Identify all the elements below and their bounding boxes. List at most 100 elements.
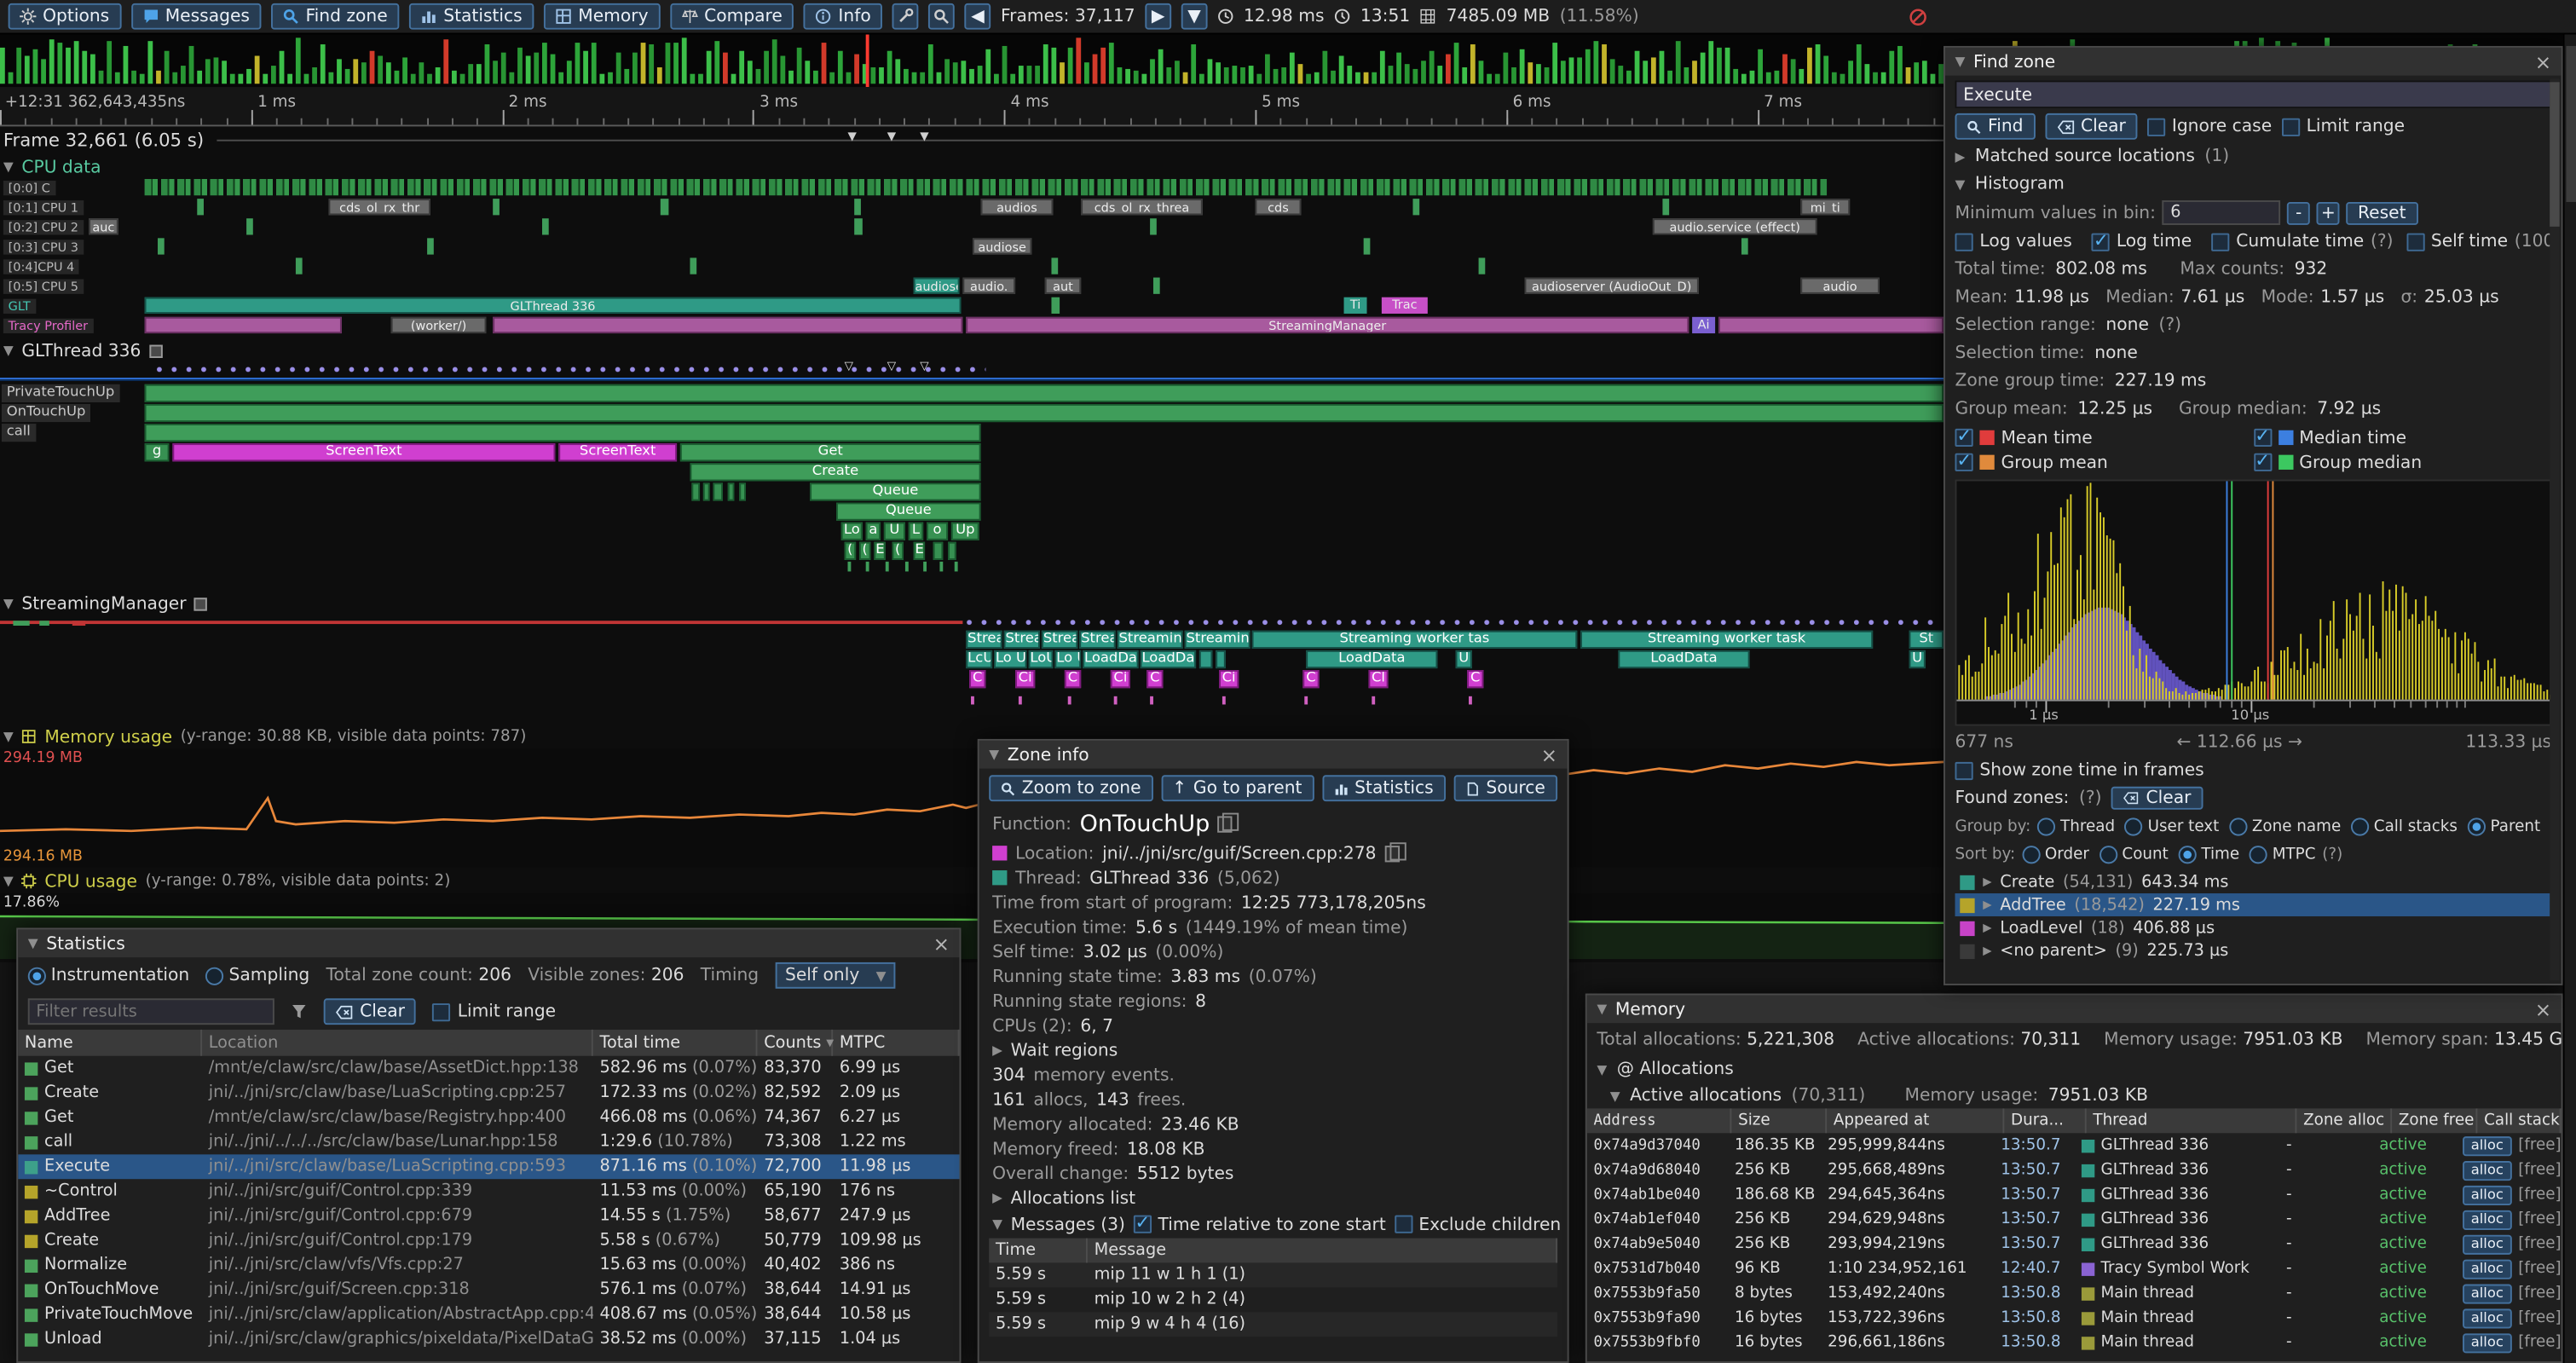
find-button[interactable]: Find xyxy=(1955,113,2035,140)
frame-select-button[interactable]: ▼ xyxy=(1181,3,1208,30)
matched-locations-toggle[interactable]: ▶Matched source locations(1) xyxy=(1955,145,2551,168)
cpu-zone[interactable] xyxy=(1150,218,1157,234)
frame-bar[interactable] xyxy=(66,47,71,84)
frame-bar[interactable] xyxy=(1100,48,1106,84)
frame-bar[interactable] xyxy=(583,51,588,84)
cpu-zone[interactable] xyxy=(158,238,165,254)
marker-checkbox[interactable]: Group mean xyxy=(1955,450,2253,475)
frame-bar[interactable] xyxy=(698,73,703,84)
frame-bar[interactable] xyxy=(1864,64,1869,84)
stats-table-row[interactable]: Get /mnt/e/claw/src/claw/base/AssetDict.… xyxy=(18,1056,959,1081)
frame-bar[interactable] xyxy=(287,73,292,84)
frame-bar[interactable] xyxy=(1873,72,1878,84)
frame-bar[interactable] xyxy=(1832,72,1837,84)
timeline-zone[interactable]: Up xyxy=(951,523,979,540)
frame-bar[interactable] xyxy=(33,49,38,84)
frame-bar[interactable] xyxy=(337,59,342,84)
close-icon[interactable]: × xyxy=(933,935,950,951)
frame-bar[interactable] xyxy=(624,69,629,84)
frame-bar[interactable] xyxy=(1240,66,1245,84)
frame-bar[interactable] xyxy=(961,60,966,84)
frame-bar[interactable] xyxy=(599,74,604,84)
timeline-zone[interactable]: Ci xyxy=(1111,670,1130,688)
frame-bar[interactable] xyxy=(673,43,679,84)
collapse-icon[interactable]: ▼ xyxy=(992,1217,1002,1232)
frame-bar[interactable] xyxy=(649,44,654,84)
frame-bar[interactable] xyxy=(1750,71,1755,84)
frame-bar[interactable] xyxy=(1134,71,1139,84)
histogram-option-checkbox[interactable]: Cumulate time(?) xyxy=(2211,232,2393,251)
frame-bar[interactable] xyxy=(172,72,177,84)
timeline-zone[interactable]: Ci xyxy=(1219,670,1239,688)
frame-bar[interactable] xyxy=(493,60,498,84)
frame-bar[interactable] xyxy=(468,63,473,84)
allocations-list-toggle[interactable]: ▶Allocations list xyxy=(979,1186,1568,1210)
relative-time-checkbox[interactable]: Time relative to zone start xyxy=(1134,1215,1386,1234)
frame-bar[interactable] xyxy=(682,38,687,84)
frame-bar[interactable] xyxy=(1412,69,1418,84)
cpu-zone[interactable]: mi_ti xyxy=(1800,199,1850,215)
cpu-zone[interactable]: audio.service (effect) xyxy=(1653,218,1817,234)
frame-bar[interactable] xyxy=(1528,62,1533,84)
frame-bar[interactable] xyxy=(1232,66,1237,84)
frame-bar[interactable] xyxy=(1027,66,1032,84)
timeline-zone[interactable]: Queue xyxy=(836,503,981,521)
frame-bar[interactable] xyxy=(731,74,736,84)
frame-bar[interactable] xyxy=(82,50,87,84)
frame-bar[interactable] xyxy=(534,53,539,84)
disconnected-icon[interactable] xyxy=(1909,8,1926,26)
copy-icon[interactable] xyxy=(1218,816,1233,832)
frame-bar[interactable] xyxy=(937,72,942,84)
frame-bar[interactable] xyxy=(517,47,523,84)
cpu-zone[interactable]: cds xyxy=(1255,199,1301,215)
ignore-case-checkbox[interactable]: Ignore case xyxy=(2147,117,2272,136)
alloc-callstack-button[interactable]: alloc xyxy=(2463,1259,2511,1279)
frame-bar[interactable] xyxy=(1462,66,1467,84)
options-button[interactable]: Options xyxy=(9,3,121,30)
stats-table-row[interactable]: call jni/../jni/../../../src/claw/base/L… xyxy=(18,1129,959,1154)
allocation-row[interactable]: 0x7553b9fa90 16 bytes 153,722,396ns 13:5… xyxy=(1587,1306,2562,1331)
frame-bar[interactable] xyxy=(1520,49,1525,84)
copy-icon[interactable] xyxy=(1384,845,1399,861)
frame-bar[interactable] xyxy=(1224,68,1229,84)
frame-bar[interactable] xyxy=(616,53,621,84)
frame-bar[interactable] xyxy=(1922,61,1927,84)
timeline-zone[interactable] xyxy=(703,482,710,500)
frame-bar[interactable] xyxy=(41,59,46,84)
frame-bar[interactable] xyxy=(1758,49,1763,84)
frame-bar[interactable] xyxy=(345,68,350,84)
timeline-zone[interactable] xyxy=(948,542,956,560)
alloc-callstack-button[interactable]: alloc xyxy=(2463,1284,2511,1303)
zone-info-titlebar[interactable]: ▼Zone info× xyxy=(979,741,1568,769)
frame-bar[interactable] xyxy=(1118,67,1123,84)
find-zone-button[interactable]: Find zone xyxy=(271,3,399,30)
frame-bar[interactable] xyxy=(1076,38,1081,84)
sampling-radio[interactable]: Sampling xyxy=(206,966,310,985)
frame-bar[interactable] xyxy=(1717,48,1722,84)
instrumentation-radio[interactable]: Instrumentation xyxy=(28,966,190,985)
frame-bar[interactable] xyxy=(1857,44,1862,84)
frame-bar[interactable] xyxy=(1676,41,1681,84)
frame-bar[interactable] xyxy=(887,50,892,84)
cpu-zone[interactable] xyxy=(246,218,253,234)
cpu-zone[interactable]: StreamingManager xyxy=(966,317,1689,333)
frame-bar[interactable] xyxy=(246,68,251,84)
show-zone-time-checkbox[interactable]: Show zone time in frames xyxy=(1955,760,2203,780)
frame-bar[interactable] xyxy=(1175,60,1180,84)
frame-bar[interactable] xyxy=(575,43,580,84)
frame-bar[interactable] xyxy=(124,47,129,84)
marker-checkbox[interactable]: Mean time xyxy=(1955,425,2253,450)
frame-bar[interactable] xyxy=(16,48,21,84)
frame-bar[interactable] xyxy=(386,63,391,84)
cpu-usage-header[interactable]: ▼CPU usage(y-range: 0.78%, visible data … xyxy=(3,870,1947,892)
frame-bar[interactable] xyxy=(378,55,383,84)
frame-bar[interactable] xyxy=(1569,57,1574,84)
frame-bar[interactable] xyxy=(197,70,202,84)
frame-bar[interactable] xyxy=(928,44,933,84)
close-icon[interactable]: × xyxy=(2535,54,2551,70)
frame-bar[interactable] xyxy=(427,74,432,84)
frame-bar[interactable] xyxy=(780,56,785,84)
zone-statistics-button[interactable]: Statistics xyxy=(1322,775,1446,801)
timeline-zone[interactable]: Queue xyxy=(810,482,980,500)
timeline-zone[interactable]: Cl xyxy=(1368,670,1388,688)
